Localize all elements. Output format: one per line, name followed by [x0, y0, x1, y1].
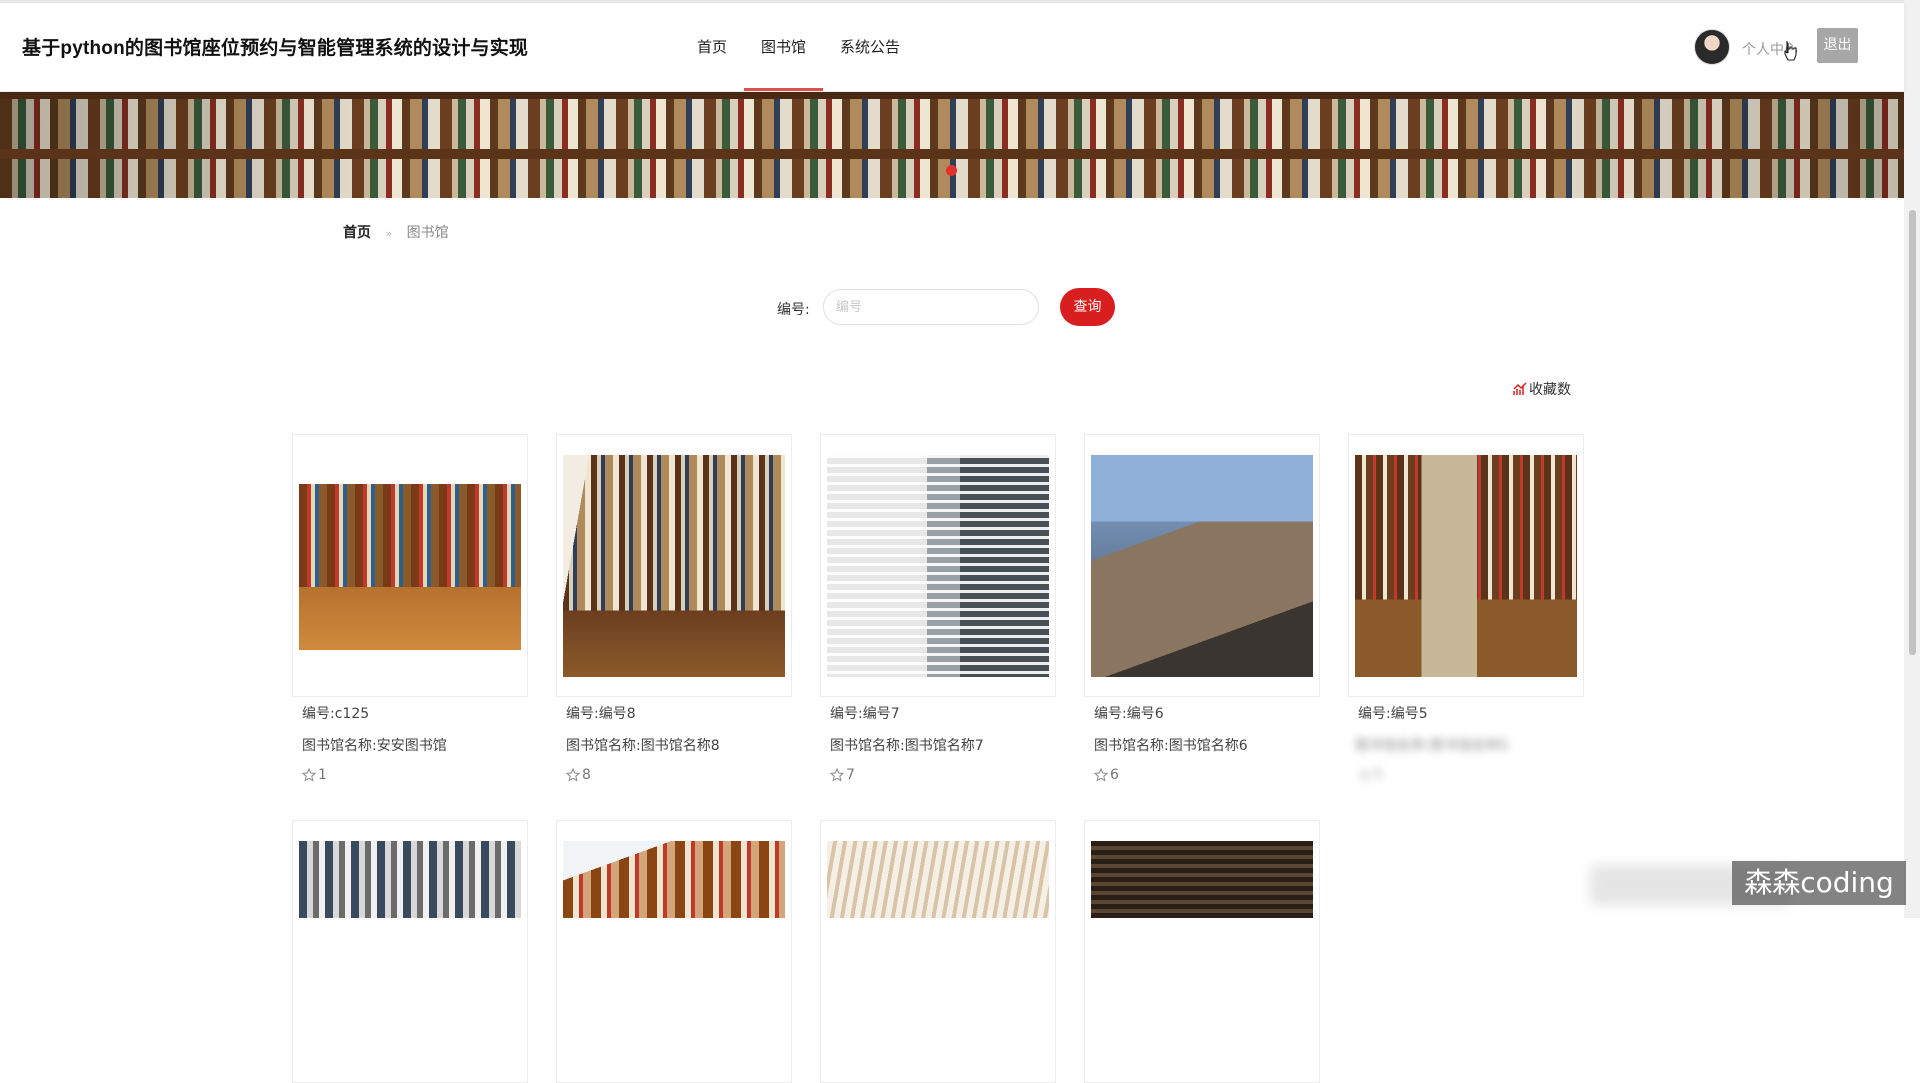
- nav-announcements[interactable]: 系统公告: [823, 3, 917, 91]
- main-nav: 首页 图书馆 系统公告: [680, 3, 917, 91]
- favorite-count-value: 1: [318, 767, 327, 783]
- star-icon[interactable]: [830, 768, 844, 782]
- favorite-count: 6: [1094, 767, 1119, 783]
- breadcrumb: 首页 » 图书馆: [343, 222, 449, 242]
- site-title: 基于python的图书馆座位预约与智能管理系统的设计与实现: [22, 38, 529, 59]
- star-icon[interactable]: [566, 768, 580, 782]
- library-code: 编号:编号8: [566, 706, 636, 722]
- breadcrumb-current: 图书馆: [406, 225, 449, 241]
- sort-by-favorites[interactable]: 收藏数: [1513, 379, 1571, 399]
- watermark: 森森coding: [1732, 861, 1906, 905]
- hand-cursor-icon: [1784, 41, 1797, 61]
- favorite-count-value: 7: [846, 767, 855, 783]
- library-code: 编号:编号5: [1358, 706, 1428, 722]
- breadcrumb-separator: »: [385, 227, 393, 240]
- library-name: 图书馆名称:图书馆名称7: [830, 738, 984, 754]
- library-image[interactable]: [563, 841, 785, 918]
- favorite-count-value: 6: [1110, 767, 1119, 783]
- top-header: 基于python的图书馆座位预约与智能管理系统的设计与实现 首页 图书馆 系统公…: [0, 3, 1904, 92]
- library-code: 编号:编号6: [1094, 706, 1164, 722]
- nav-library[interactable]: 图书馆: [744, 3, 824, 91]
- star-icon[interactable]: [1094, 768, 1108, 782]
- library-name: 图书馆名称:安安图书馆: [302, 738, 447, 754]
- scrollbar-thumb[interactable]: [1909, 210, 1916, 655]
- chart-icon: [1513, 382, 1527, 395]
- library-code: 编号:编号7: [830, 706, 900, 722]
- star-icon[interactable]: [1358, 768, 1372, 782]
- banner-image: [0, 91, 1904, 198]
- search-button[interactable]: 查询: [1060, 288, 1115, 326]
- search-label: 编号:: [777, 302, 810, 318]
- favorite-count: 8: [566, 767, 591, 783]
- library-image[interactable]: [1355, 455, 1577, 677]
- library-image[interactable]: [827, 841, 1049, 918]
- favorite-count-value: 8: [582, 767, 591, 783]
- library-image[interactable]: [1091, 841, 1313, 918]
- favorite-count-value: 5: [1374, 767, 1383, 783]
- favorite-count: 1: [302, 767, 327, 783]
- search-input[interactable]: [823, 289, 1039, 325]
- sort-label: 收藏数: [1529, 382, 1571, 398]
- library-image[interactable]: [827, 455, 1049, 677]
- library-image[interactable]: [1091, 455, 1313, 677]
- avatar[interactable]: [1694, 29, 1730, 65]
- favorite-count: 7: [830, 767, 855, 783]
- star-icon[interactable]: [302, 768, 316, 782]
- favorite-count: 5: [1358, 767, 1383, 783]
- breadcrumb-home[interactable]: 首页: [343, 225, 371, 241]
- library-image[interactable]: [299, 841, 521, 918]
- library-name: 图书馆名称:图书馆名称8: [566, 738, 720, 754]
- library-image[interactable]: [299, 484, 521, 650]
- library-name: 图书馆名称:图书馆名称5: [1355, 738, 1509, 754]
- library-code: 编号:c125: [302, 706, 370, 722]
- library-name: 图书馆名称:图书馆名称6: [1094, 738, 1248, 754]
- logout-button[interactable]: 退出: [1817, 28, 1858, 63]
- library-image[interactable]: [563, 455, 785, 677]
- nav-home[interactable]: 首页: [680, 3, 744, 91]
- carousel-indicator[interactable]: [946, 165, 957, 176]
